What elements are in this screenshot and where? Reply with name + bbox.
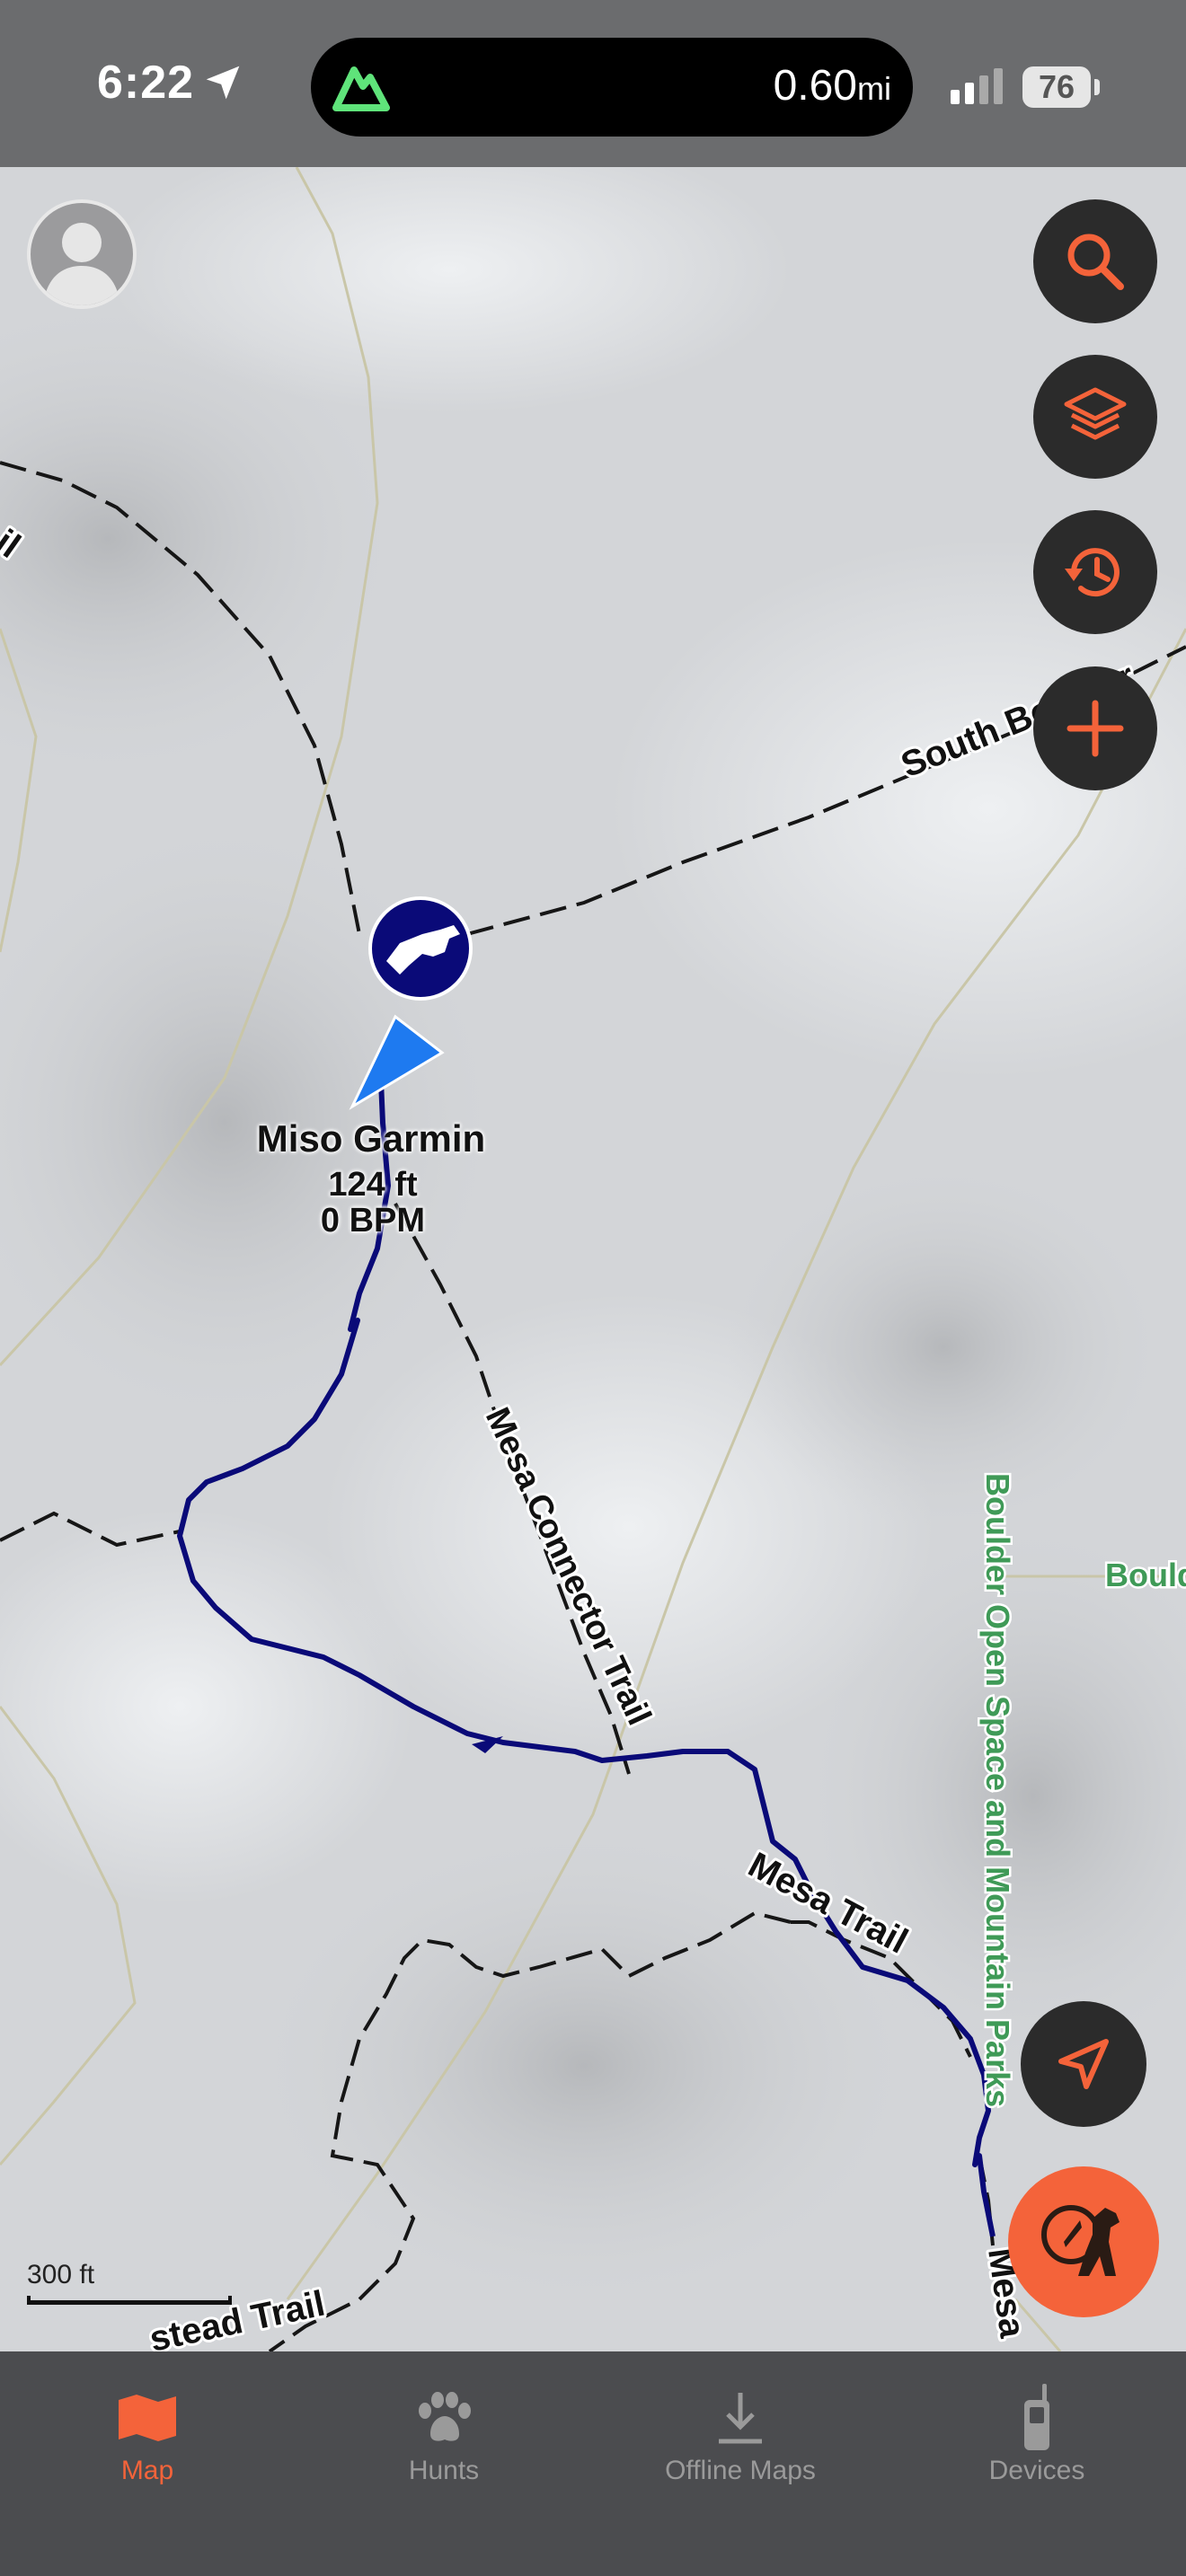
cellular-signal-icon — [951, 68, 1003, 104]
map-view[interactable]: South Boulder Mesa Connector Trail Mesa … — [0, 167, 1186, 2351]
history-button[interactable] — [1033, 510, 1157, 634]
battery-indicator: 76 — [1022, 66, 1091, 108]
live-activity-island[interactable]: 0.60mi — [311, 38, 913, 137]
bottom-tab-bar: Map Hunts Offline Maps Devices — [0, 2351, 1186, 2576]
dog-compass-icon — [1041, 2205, 1120, 2276]
tab-map-label: Map — [120, 2456, 174, 2485]
profile-avatar-button[interactable] — [27, 199, 137, 309]
tab-devices-label: Devices — [988, 2456, 1085, 2485]
add-button[interactable] — [1033, 666, 1157, 790]
tab-hunts[interactable]: Hunts — [354, 2380, 534, 2486]
dog-marker-name: Miso Garmin — [256, 1117, 486, 1160]
download-icon — [719, 2393, 762, 2444]
dog-marker-heart-rate: 0 BPM — [320, 1202, 426, 1239]
status-time: 6:22 — [97, 57, 195, 109]
plus-icon — [1067, 700, 1124, 757]
map-layers-button[interactable] — [1033, 355, 1157, 479]
tab-offline-maps-label: Offline Maps — [665, 2456, 816, 2485]
park-label-boulder: Bould — [1105, 1557, 1186, 1593]
tab-hunts-label: Hunts — [408, 2456, 480, 2485]
activity-distance: 0.60mi — [773, 62, 891, 110]
device-icon — [1024, 2384, 1049, 2450]
dog-marker-distance: 124 ft — [328, 1166, 418, 1204]
user-silhouette-icon — [43, 223, 120, 305]
map-scale-bar — [27, 2296, 232, 2305]
map-scale-label: 300 ft — [27, 2260, 95, 2289]
tab-devices[interactable]: Devices — [947, 2380, 1127, 2486]
paw-icon — [419, 2392, 471, 2441]
tab-offline-maps[interactable]: Offline Maps — [651, 2380, 830, 2486]
recenter-location-button[interactable] — [1021, 2001, 1146, 2127]
history-clock-icon — [1065, 548, 1120, 597]
search-button[interactable] — [1033, 199, 1157, 323]
navigation-arrow-icon — [1058, 2039, 1109, 2089]
park-label-osmp: Boulder Open Space and Mountain Parks — [979, 1473, 1016, 2107]
layers-icon — [1064, 387, 1127, 440]
map-canvas[interactable]: South Boulder Mesa Connector Trail Mesa … — [0, 167, 1186, 2351]
dog-tracking-button[interactable] — [1008, 2166, 1159, 2317]
search-icon — [1067, 234, 1124, 290]
location-arrow-icon — [206, 66, 240, 100]
status-bar: 6:22 0.60mi 76 — [0, 0, 1186, 167]
battery-tip — [1094, 79, 1100, 95]
onx-logo-icon — [332, 66, 390, 111]
map-icon — [119, 2395, 176, 2441]
tab-map[interactable]: Map — [58, 2380, 237, 2486]
